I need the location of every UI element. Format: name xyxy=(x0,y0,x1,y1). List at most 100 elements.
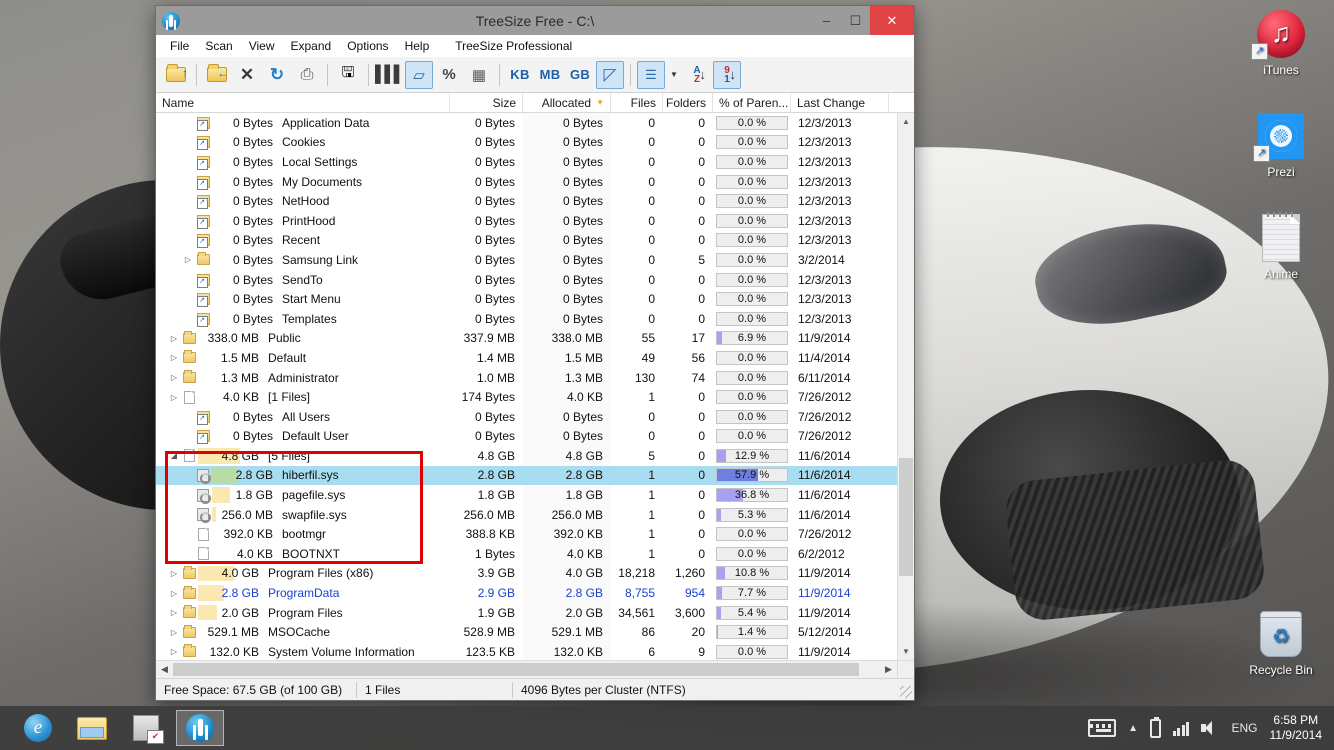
table-row[interactable]: 0 Bytes Recent 0 Bytes 0 Bytes 0 0 0.0 % 12/3/2… xyxy=(156,230,897,251)
column-header-size[interactable]: Size xyxy=(450,93,523,112)
tray-language[interactable]: ENG xyxy=(1231,721,1257,735)
collapsed-twisty-icon[interactable]: ▷ xyxy=(168,589,180,598)
speaker-icon[interactable] xyxy=(1201,720,1219,736)
collapsed-twisty-icon[interactable]: ▷ xyxy=(168,647,180,656)
scroll-right-button[interactable]: ▶ xyxy=(880,661,897,678)
taskbar-treesize[interactable] xyxy=(176,710,224,746)
table-row[interactable]: 0 Bytes SendTo 0 Bytes 0 Bytes 0 0 0.0 % 12/3/2… xyxy=(156,269,897,290)
vertical-scrollbar[interactable]: ▲ ▼ xyxy=(897,113,914,660)
scan-folder-icon[interactable]: ← xyxy=(203,61,231,89)
cancel-x-icon[interactable]: ✕ xyxy=(233,61,261,89)
table-row[interactable]: 0 Bytes NetHood 0 Bytes 0 Bytes 0 0 0.0 % 12/3/… xyxy=(156,191,897,211)
menu-item-file[interactable]: File xyxy=(162,37,197,55)
column-header-alloc[interactable]: Allocated ▼ xyxy=(523,93,611,112)
table-row[interactable]: 4.0 KB BOOTNXT 1 Bytes 4.0 KB 1 0 0.0 % 6/2/201… xyxy=(156,544,897,564)
table-row[interactable]: ▷ 338.0 MB Public 337.9 MB 338.0 MB 55 17 6.9 %… xyxy=(156,328,897,349)
desktop-icon-anime[interactable]: Anime xyxy=(1233,212,1329,281)
column-header-files[interactable]: Files xyxy=(611,93,663,112)
battery-icon[interactable] xyxy=(1149,716,1161,738)
mb-unit-icon[interactable]: MB xyxy=(536,61,564,89)
triangle-ruler-icon[interactable]: ◸ xyxy=(596,60,624,89)
column-header-folders[interactable]: Folders xyxy=(663,93,713,112)
table-row[interactable]: 2.8 GB hiberfil.sys 2.8 GB 2.8 GB 1 0 57.9 % 11… xyxy=(156,465,897,486)
menu-item-treesize-professional[interactable]: TreeSize Professional xyxy=(447,37,580,55)
table-row[interactable]: ▷ 4.0 KB [1 Files] 174 Bytes 4.0 KB 1 0 0.0 % 7/… xyxy=(156,387,897,407)
file-count-icon[interactable]: ▦ xyxy=(465,61,493,89)
table-row[interactable]: ▷ 1.5 MB Default 1.4 MB 1.5 MB 49 56 0.0 % 11/4/… xyxy=(156,348,897,368)
collapsed-twisty-icon[interactable]: ▷ xyxy=(168,334,180,343)
gb-unit-icon[interactable]: GB xyxy=(566,61,594,89)
table-row[interactable]: ▷ 529.1 MB MSOCache 528.9 MB 529.1 MB 86 20 1.4… xyxy=(156,622,897,643)
collapsed-twisty-icon[interactable]: ▷ xyxy=(168,569,180,578)
menu-item-options[interactable]: Options xyxy=(339,37,396,55)
table-row[interactable]: ◢ 4.8 GB [5 Files] 4.8 GB 4.8 GB 5 0 12.9 % 11/6… xyxy=(156,446,897,466)
table-row[interactable]: ▷ 2.0 GB Program Files 1.9 GB 2.0 GB 34,561 3,… xyxy=(156,602,897,623)
save-disk-icon[interactable]: 🖫 xyxy=(334,61,362,89)
table-row[interactable]: ▷ 4.0 GB Program Files (x86) 3.9 GB 4.0 GB 18… xyxy=(156,563,897,584)
collapsed-twisty-icon[interactable]: ▷ xyxy=(168,373,180,382)
menu-item-expand[interactable]: Expand xyxy=(283,37,340,55)
printer-icon[interactable]: ⎙ xyxy=(293,61,321,89)
taskbar-internet-explorer[interactable]: e xyxy=(14,710,62,746)
menu-item-scan[interactable]: Scan xyxy=(197,37,240,55)
expanded-twisty-icon[interactable]: ◢ xyxy=(168,451,180,460)
column-header-date[interactable]: Last Change xyxy=(791,93,889,112)
table-row[interactable]: ▷ 132.0 KB System Volume Information 123.5 … xyxy=(156,642,897,660)
sort-alpha-icon[interactable]: A Z ↓ xyxy=(683,61,711,89)
column-header-name[interactable]: Name xyxy=(156,93,450,112)
column-header-pct[interactable]: % of Paren... xyxy=(713,93,791,112)
table-row[interactable]: 0 Bytes Cookies 0 Bytes 0 Bytes 0 0 0.0 % 12/3/… xyxy=(156,132,897,153)
vscroll-thumb[interactable] xyxy=(899,458,913,577)
taskbar-file-explorer[interactable] xyxy=(68,710,116,746)
signal-bars-icon[interactable] xyxy=(1172,720,1190,736)
sort-numeric-icon[interactable]: 9 1 ↓ xyxy=(713,60,741,89)
resize-grip[interactable] xyxy=(900,686,912,698)
table-row[interactable]: ▷ 1.3 MB Administrator 1.0 MB 1.3 MB 130 74 0.0… xyxy=(156,367,897,388)
menu-item-view[interactable]: View xyxy=(241,37,283,55)
collapsed-twisty-icon[interactable]: ▷ xyxy=(168,393,180,402)
refresh-icon[interactable]: ↻ xyxy=(263,61,291,89)
vscroll-track[interactable] xyxy=(898,130,914,643)
table-row[interactable]: 392.0 KB bootmgr 388.8 KB 392.0 KB 1 0 0.0 % 7/… xyxy=(156,524,897,545)
scroll-up-button[interactable]: ▲ xyxy=(898,113,914,130)
collapsed-twisty-icon[interactable]: ▷ xyxy=(168,608,180,617)
scroll-left-button[interactable]: ◀ xyxy=(156,661,173,678)
table-row[interactable]: 0 Bytes All Users 0 Bytes 0 Bytes 0 0 0.0 % 7/2… xyxy=(156,406,897,427)
table-row[interactable]: 0 Bytes PrintHood 0 Bytes 0 Bytes 0 0 0.0 % 12/… xyxy=(156,210,897,231)
table-row[interactable]: 0 Bytes Templates 0 Bytes 0 Bytes 0 0 0.0 % 12/… xyxy=(156,308,897,329)
table-row[interactable]: 0 Bytes Local Settings 0 Bytes 0 Bytes 0 0 0.0… xyxy=(156,152,897,172)
collapsed-twisty-icon[interactable]: ▷ xyxy=(168,628,180,637)
desktop-icon-prezi[interactable]: ↗ Prezi xyxy=(1233,110,1329,179)
chevron-up-icon[interactable]: ▲ xyxy=(1128,723,1138,734)
keyboard-icon[interactable] xyxy=(1088,719,1117,737)
table-row[interactable]: 0 Bytes Application Data 0 Bytes 0 Bytes 0 0 0… xyxy=(156,113,897,133)
columns-icon[interactable]: ▌▌▌ xyxy=(375,61,405,89)
table-row[interactable]: 0 Bytes Default User 0 Bytes 0 Bytes 0 0 0.0 %… xyxy=(156,426,897,447)
horizontal-scrollbar[interactable]: ◀ ▶ xyxy=(156,660,914,678)
percent-icon[interactable]: % xyxy=(435,61,463,89)
details-list-icon[interactable]: ☰ xyxy=(637,60,665,89)
collapsed-twisty-icon[interactable]: ▷ xyxy=(182,255,194,264)
window-titlebar[interactable]: TreeSize Free - C:\ – ☐ ✕ xyxy=(156,6,914,35)
open-folder-icon[interactable]: ↑ xyxy=(162,61,190,89)
kb-unit-icon[interactable]: KB xyxy=(506,61,534,89)
collapsed-twisty-icon[interactable]: ▷ xyxy=(168,353,180,362)
desktop-icon-recycle-bin[interactable]: Recycle Bin xyxy=(1233,608,1329,677)
table-row[interactable]: 1.8 GB pagefile.sys 1.8 GB 1.8 GB 1 0 36.8 % 11… xyxy=(156,485,897,505)
table-row[interactable]: ▷ 0 Bytes Samsung Link 0 Bytes 0 Bytes 0 5 0.0 … xyxy=(156,250,897,270)
desktop-icon-itunes[interactable]: ↗ iTunes xyxy=(1233,8,1329,77)
chevron-down-icon[interactable]: ▼ xyxy=(667,61,681,89)
taskbar-server-manager[interactable] xyxy=(122,710,170,746)
disk-size-icon[interactable]: ▱ xyxy=(405,60,433,89)
table-row[interactable]: 0 Bytes My Documents 0 Bytes 0 Bytes 0 0 0.0 %… xyxy=(156,171,897,192)
scroll-down-button[interactable]: ▼ xyxy=(898,643,914,660)
hscroll-track[interactable] xyxy=(173,663,880,676)
menubar: File Scan View Expand Options Help TreeSize Pr… xyxy=(156,35,914,57)
taskbar-clock[interactable]: 6:58 PM 11/9/2014 xyxy=(1270,713,1323,743)
hscroll-thumb[interactable] xyxy=(173,663,859,676)
menu-item-help[interactable]: Help xyxy=(397,37,438,55)
table-row[interactable]: 0 Bytes Start Menu 0 Bytes 0 Bytes 0 0 0.0 % 12… xyxy=(156,289,897,309)
cell-files: 5 xyxy=(611,446,663,466)
table-row[interactable]: ▷ 2.8 GB ProgramData 2.9 GB 2.8 GB 8,755 954 7.… xyxy=(156,583,897,603)
table-row[interactable]: 256.0 MB swapfile.sys 256.0 MB 256.0 MB 1 0 5.… xyxy=(156,504,897,525)
